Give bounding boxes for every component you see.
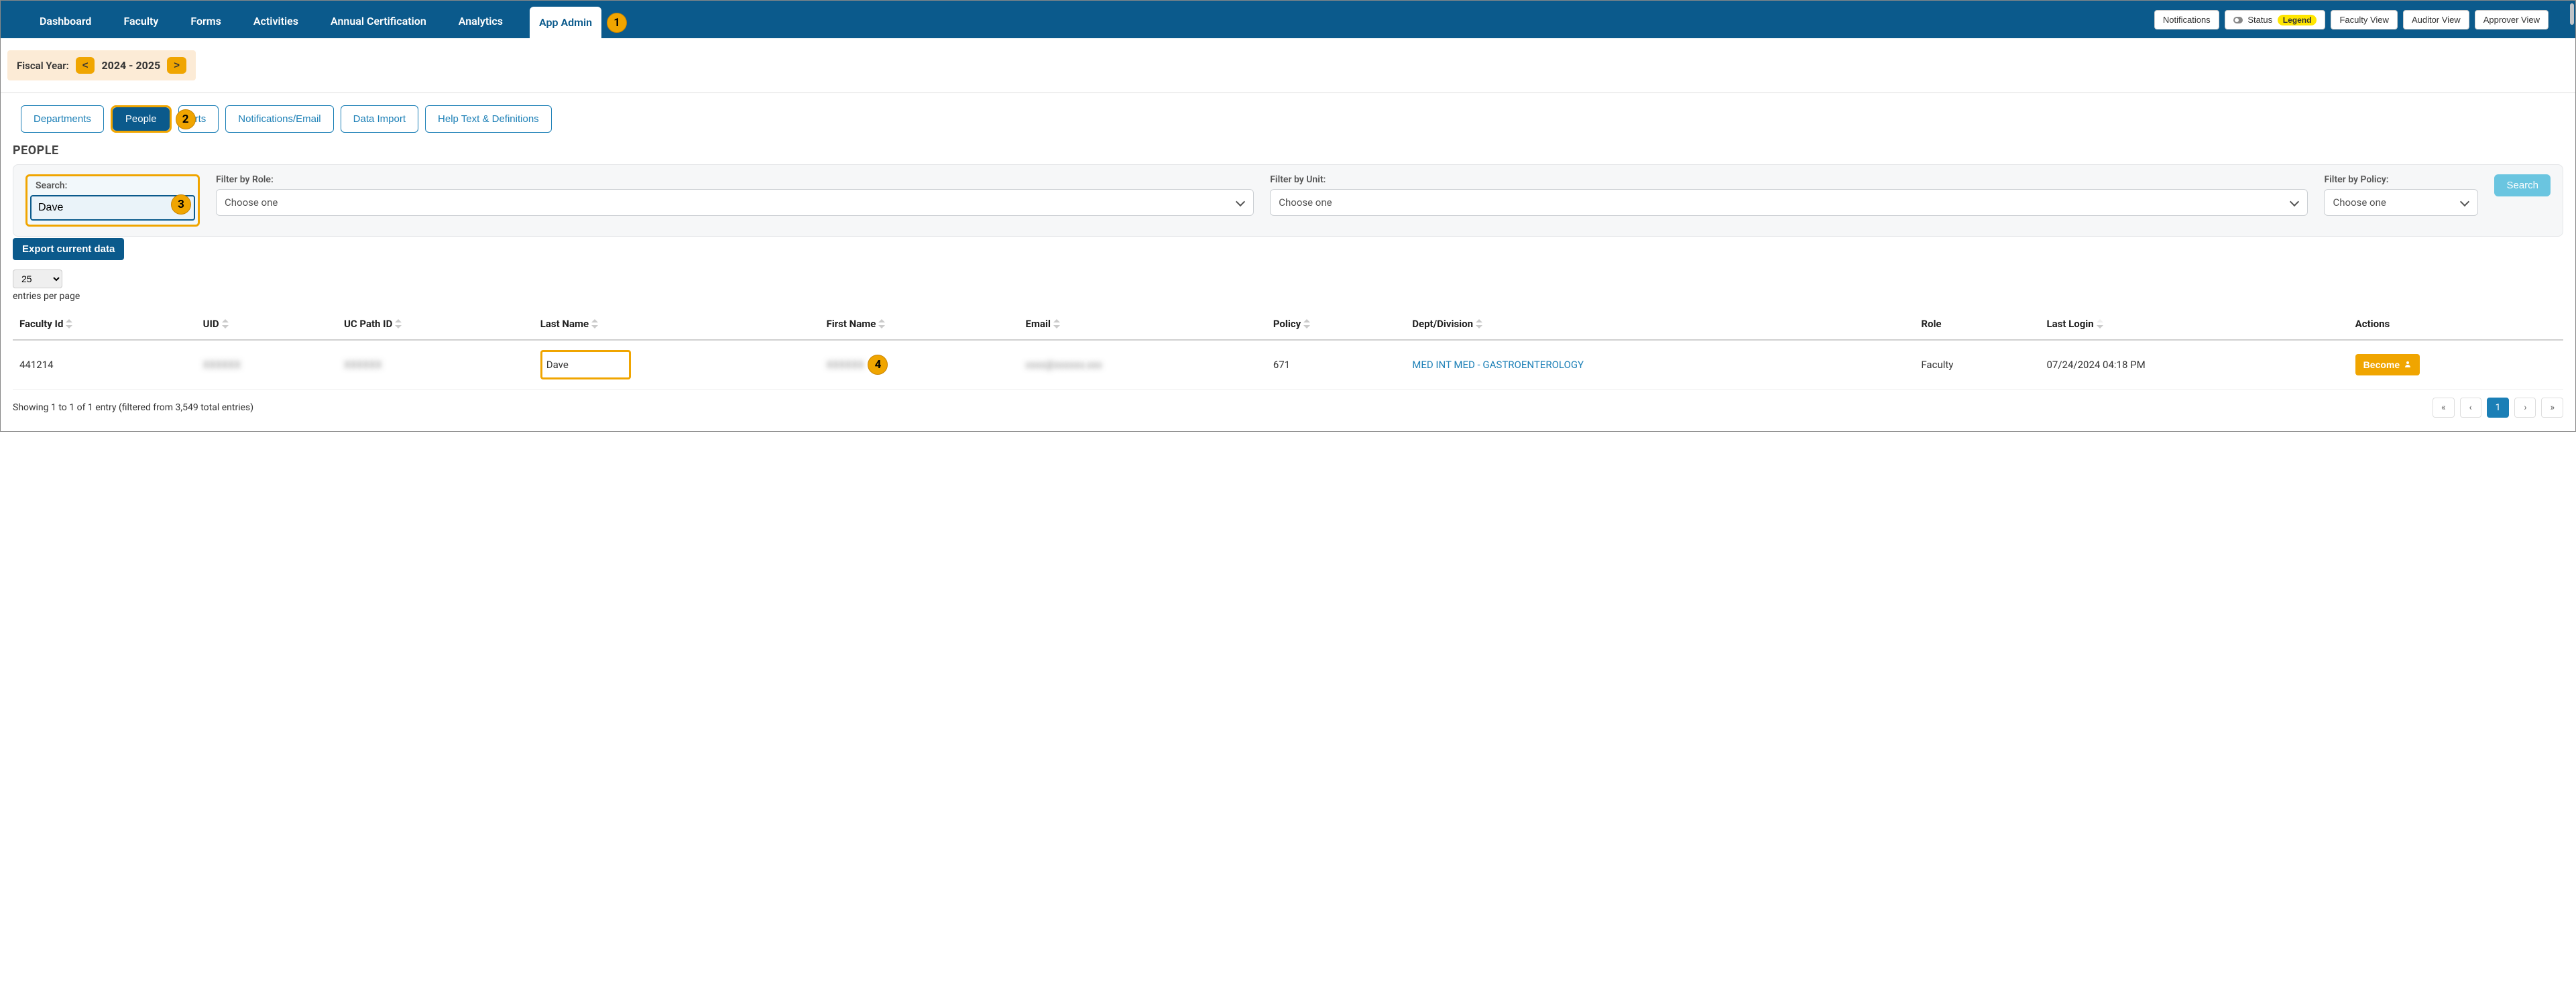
filter-role-select[interactable]: Choose one [216, 189, 1254, 216]
nav-tab-activities[interactable]: Activities [248, 4, 304, 38]
col-faculty-id[interactable]: Faculty Id [13, 311, 196, 340]
first-name-link[interactable]: XXXXXX [826, 359, 864, 371]
sort-icon [1476, 319, 1482, 329]
fiscal-year-value: 2024 - 2025 [101, 59, 160, 72]
sort-icon [1303, 319, 1310, 329]
cell-role: Faculty [1914, 340, 2040, 390]
filter-policy-label: Filter by Policy: [2324, 174, 2478, 185]
nav-tab-forms[interactable]: Forms [185, 4, 227, 38]
cell-actions: Become [2349, 340, 2563, 390]
col-uid[interactable]: UID [196, 311, 337, 340]
sort-icon [66, 319, 72, 329]
sort-icon [878, 319, 885, 329]
admin-subtabs: Departments People 2 rts Notifications/E… [1, 93, 2575, 139]
subtab-data-import[interactable]: Data Import [341, 105, 418, 133]
filters-panel: Search: 3 Filter by Role: Choose one Fil… [13, 164, 2563, 237]
redacted-value: xxxx@xxxxxx.xxx [1026, 359, 1102, 371]
nav-tab-app-admin[interactable]: App Admin [530, 7, 601, 38]
sort-icon [2097, 319, 2103, 329]
section-title: PEOPLE [13, 143, 2563, 158]
nav-tabs: Dashboard Faculty Forms Activities Annua… [34, 1, 601, 38]
status-label: Status [2247, 15, 2272, 25]
callout-2: 2 [176, 109, 196, 129]
sort-icon [591, 319, 598, 329]
subtab-departments[interactable]: Departments [21, 105, 104, 133]
pager-prev[interactable]: ‹ [2460, 398, 2481, 418]
col-first-name[interactable]: First Name [819, 311, 1018, 340]
redacted-value: XXXXXX [344, 359, 382, 371]
cell-uc-path-id: XXXXXX [337, 340, 534, 390]
subtab-people[interactable]: People [113, 107, 170, 131]
col-last-name[interactable]: Last Name [534, 311, 820, 340]
cell-last-login: 07/24/2024 04:18 PM [2040, 340, 2349, 390]
table-row: 441214 XXXXXX XXXXXX Dave XXXXXX 4 xxxx@… [13, 340, 2563, 390]
user-icon [2404, 359, 2412, 370]
search-label: Search: [30, 178, 195, 191]
redacted-value: XXXXXX [203, 359, 241, 371]
cell-faculty-id: 441214 [13, 340, 196, 390]
pager-next[interactable]: › [2514, 398, 2536, 418]
approver-view-button[interactable]: Approver View [2475, 10, 2549, 29]
cell-last-name: Dave [534, 340, 820, 390]
fiscal-year-label: Fiscal Year: [17, 60, 69, 72]
pager-last[interactable]: » [2541, 398, 2563, 418]
nav-tab-dashboard[interactable]: Dashboard [34, 4, 97, 38]
entries-per-page-select[interactable]: 25 [13, 270, 62, 288]
table-footer: Showing 1 to 1 of 1 entry (filtered from… [13, 390, 2563, 431]
col-actions: Actions [2349, 311, 2563, 340]
cell-email: xxxx@xxxxxx.xxx [1019, 340, 1267, 390]
sort-icon [222, 319, 229, 329]
showing-text: Showing 1 to 1 of 1 entry (filtered from… [13, 402, 253, 413]
top-nav: Dashboard Faculty Forms Activities Annua… [1, 1, 2575, 38]
cell-uid: XXXXXX [196, 340, 337, 390]
people-table: Faculty Id UID UC Path ID Last Name Firs… [13, 311, 2563, 390]
col-policy[interactable]: Policy [1267, 311, 1405, 340]
callout-1: 1 [607, 13, 627, 33]
last-name-link[interactable]: Dave [546, 359, 569, 371]
nav-tab-annual-certification[interactable]: Annual Certification [325, 4, 432, 38]
callout-3: 3 [171, 194, 191, 215]
callout-4: 4 [868, 355, 888, 375]
col-uc-path-id[interactable]: UC Path ID [337, 311, 534, 340]
cell-dept-link[interactable]: MED INT MED - GASTROENTEROLOGY [1405, 340, 1914, 390]
notifications-button[interactable]: Notifications [2154, 10, 2219, 29]
fiscal-year-prev-button[interactable]: < [76, 57, 95, 74]
nav-tab-analytics[interactable]: Analytics [453, 4, 508, 38]
cell-first-name: XXXXXX 4 [819, 340, 1018, 390]
subtab-help-text[interactable]: Help Text & Definitions [425, 105, 552, 133]
col-role[interactable]: Role [1914, 311, 2040, 340]
fiscal-year-next-button[interactable]: > [167, 57, 186, 74]
col-dept[interactable]: Dept/Division [1405, 311, 1914, 340]
pager-page-1[interactable]: 1 [2487, 398, 2510, 418]
filter-role-label: Filter by Role: [216, 174, 1254, 185]
entries-per-page-label: entries per page [13, 291, 2563, 302]
toggle-icon [2233, 17, 2243, 23]
scrollbar[interactable] [2570, 3, 2574, 25]
search-button[interactable]: Search [2494, 174, 2551, 196]
nav-tab-faculty[interactable]: Faculty [118, 4, 164, 38]
become-button[interactable]: Become [2355, 354, 2420, 375]
export-button[interactable]: Export current data [13, 238, 124, 260]
faculty-view-button[interactable]: Faculty View [2331, 10, 2397, 29]
status-legend-button[interactable]: Status Legend [2225, 10, 2326, 29]
fiscal-year-bar: Fiscal Year: < 2024 - 2025 > [7, 50, 196, 80]
legend-badge: Legend [2278, 15, 2317, 25]
auditor-view-button[interactable]: Auditor View [2403, 10, 2469, 29]
col-email[interactable]: Email [1019, 311, 1267, 340]
pager-first[interactable]: « [2433, 398, 2455, 418]
col-last-login[interactable]: Last Login [2040, 311, 2349, 340]
filter-unit-label: Filter by Unit: [1270, 174, 2308, 185]
cell-policy: 671 [1267, 340, 1405, 390]
subtab-notifications-email[interactable]: Notifications/Email [225, 105, 333, 133]
search-input[interactable] [30, 195, 195, 221]
top-nav-right: Notifications Status Legend Faculty View… [2154, 10, 2549, 29]
pager: « ‹ 1 › » [2433, 398, 2563, 418]
filter-unit-select[interactable]: Choose one [1270, 189, 2308, 216]
filter-policy-select[interactable]: Choose one [2324, 189, 2478, 216]
sort-icon [1053, 319, 1060, 329]
sort-icon [395, 319, 402, 329]
entries-per-page: 25 entries per page [13, 270, 2563, 302]
